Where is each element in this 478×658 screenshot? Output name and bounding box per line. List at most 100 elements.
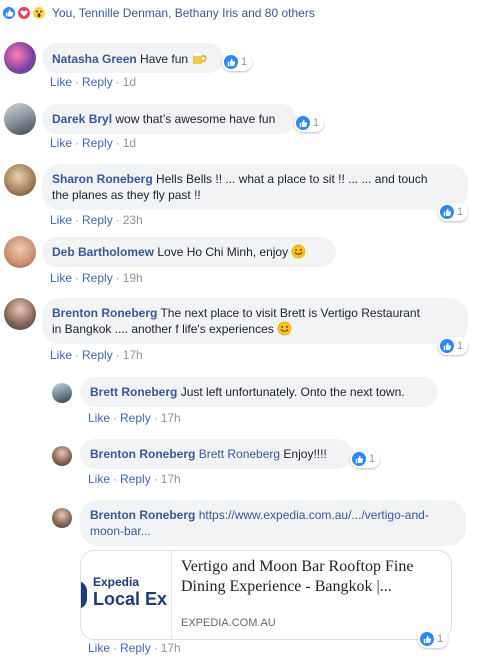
reply-link[interactable]: Reply [82, 213, 113, 227]
reply-link[interactable]: Reply [82, 348, 113, 362]
avatar[interactable] [4, 164, 36, 196]
avatar[interactable] [4, 236, 36, 268]
comment-actions: Like · Reply · 1d [50, 75, 137, 89]
reactions-text[interactable]: You, Tennille Denman, Bethany Iris and 8… [52, 6, 315, 20]
like-link[interactable]: Like [50, 75, 72, 89]
like-count-badge[interactable]: 1 [294, 114, 325, 132]
avatar[interactable] [4, 298, 36, 330]
reply-text: Just left unfortunately. Onto the next t… [180, 385, 405, 399]
like-count-badge[interactable]: 1 [438, 203, 469, 221]
comment-time[interactable]: 1d [123, 75, 136, 89]
like-icon [296, 116, 310, 130]
comment-text: Have fun [140, 52, 189, 66]
comment-text: Love Ho Chi Minh, enjoy [157, 245, 289, 259]
comment-actions: Like · Reply · 1d [50, 136, 137, 150]
like-icon [420, 632, 434, 646]
comment-author[interactable]: Darek Bryl [52, 112, 112, 126]
reply-text: Enjoy!!!! [283, 447, 327, 461]
like-count-badge[interactable]: 1 [350, 450, 381, 468]
like-count: 1 [313, 117, 320, 129]
like-icon [440, 205, 454, 219]
like-count-badge[interactable]: 1 [222, 53, 253, 71]
reply-actions: Like · Reply · 17h [88, 472, 181, 486]
comment-time[interactable]: 23h [123, 213, 143, 227]
avatar[interactable] [52, 383, 72, 403]
beer-mug-icon [191, 50, 207, 70]
like-icon [2, 6, 16, 20]
preview-title[interactable]: Vertigo and Moon Bar Rooftop Fine Dining… [181, 557, 441, 597]
reply-bubble: Brenton Roneberg https://www.expedia.com… [80, 500, 466, 546]
like-link[interactable]: Like [50, 136, 72, 150]
preview-domain: EXPEDIA.COM.AU [181, 617, 276, 629]
avatar[interactable] [4, 42, 36, 74]
smiley-icon [291, 244, 306, 263]
like-count: 1 [437, 633, 444, 645]
reply-time[interactable]: 17h [161, 472, 181, 486]
reply-link[interactable]: Reply [82, 75, 113, 89]
comment-text: wow that’s awesome have fun [115, 112, 276, 126]
like-icon [440, 339, 454, 353]
comment-time[interactable]: 19h [123, 271, 143, 285]
comment-bubble: Darek Bryl wow that’s awesome have fun [42, 104, 296, 134]
preview-title-line: Dining Experience - Bangkok |... [181, 578, 392, 595]
comment-actions: Like · Reply · 17h [50, 348, 143, 362]
reply-link[interactable]: Reply [120, 472, 151, 486]
avatar[interactable] [4, 103, 36, 135]
reply-author[interactable]: Brenton Roneberg [90, 508, 195, 522]
comment-bubble: Sharon Roneberg Hells Bells !! ... what … [42, 164, 468, 210]
love-icon [17, 6, 31, 20]
comment-bubble: Brenton Roneberg The next place to visit… [42, 298, 468, 344]
logo-top-text: Expedia [93, 575, 140, 589]
comment-author[interactable]: Sharon Roneberg [52, 172, 153, 186]
reply-author[interactable]: Brett Roneberg [90, 385, 177, 399]
comment-text-line: in Bangkok .... another f life's experie… [52, 322, 274, 336]
like-link[interactable]: Like [50, 271, 72, 285]
like-count: 1 [369, 453, 376, 465]
like-link[interactable]: Like [50, 348, 72, 362]
like-count-badge[interactable]: 1 [438, 337, 469, 355]
reply-actions: Like · Reply · 17h [88, 411, 181, 425]
like-link[interactable]: Like [88, 472, 110, 486]
avatar[interactable] [52, 446, 72, 466]
like-icon [224, 55, 238, 69]
url-link-continued[interactable]: moon-bar... [90, 524, 151, 538]
like-icon [352, 452, 366, 466]
like-link[interactable]: Like [50, 213, 72, 227]
comment-author[interactable]: Natasha Green [52, 52, 137, 66]
comment-bubble: Deb Bartholomew Love Ho Chi Minh, enjoy [42, 237, 336, 267]
comment-time[interactable]: 17h [123, 348, 143, 362]
wow-icon [32, 6, 46, 20]
comment-author[interactable]: Deb Bartholomew [52, 245, 154, 259]
link-preview-card[interactable]: Expedia Local Ex Vertigo and Moon Bar Ro… [80, 550, 452, 640]
reactions-summary[interactable]: You, Tennille Denman, Bethany Iris and 8… [0, 0, 478, 26]
comment-text-line: Hells Bells !! ... what a place to sit !… [156, 172, 428, 186]
like-count-badge[interactable]: 1 [418, 630, 449, 648]
like-link[interactable]: Like [88, 411, 110, 425]
like-count: 1 [457, 340, 464, 352]
url-link[interactable]: https://www.expedia.com.au/.../vertigo-a… [199, 508, 429, 522]
mention-link[interactable]: Brett Roneberg [199, 447, 280, 461]
reply-link[interactable]: Reply [82, 136, 113, 150]
avatar[interactable] [52, 508, 72, 528]
reply-author[interactable]: Brenton Roneberg [90, 447, 195, 461]
like-count: 1 [457, 206, 464, 218]
comment-text-line: The next place to visit Brett is Vertigo… [160, 306, 420, 320]
reply-link[interactable]: Reply [120, 411, 151, 425]
reply-time[interactable]: 17h [161, 411, 181, 425]
reply-link[interactable]: Reply [82, 271, 113, 285]
reply-time[interactable]: 17h [161, 641, 181, 655]
reply-link[interactable]: Reply [120, 641, 151, 655]
reply-bubble: Brenton Roneberg Brett Roneberg Enjoy!!!… [80, 439, 352, 469]
comment-author[interactable]: Brenton Roneberg [52, 306, 157, 320]
preview-title-line: Vertigo and Moon Bar Rooftop Fine [181, 558, 414, 575]
reply-actions: Like · Reply · 17h [88, 641, 181, 655]
comment-time[interactable]: 1d [123, 136, 136, 150]
comment-bubble: Natasha Green Have fun [42, 43, 224, 73]
comment-actions: Like · Reply · 23h [50, 213, 143, 227]
comment-text-line: the planes as they fly past !! [52, 188, 201, 202]
comment-actions: Like · Reply · 19h [50, 271, 143, 285]
like-count: 1 [241, 56, 248, 68]
like-link[interactable]: Like [88, 641, 110, 655]
reply-bubble: Brett Roneberg Just left unfortunately. … [80, 377, 438, 407]
expedia-logo: Expedia Local Ex [81, 551, 172, 639]
